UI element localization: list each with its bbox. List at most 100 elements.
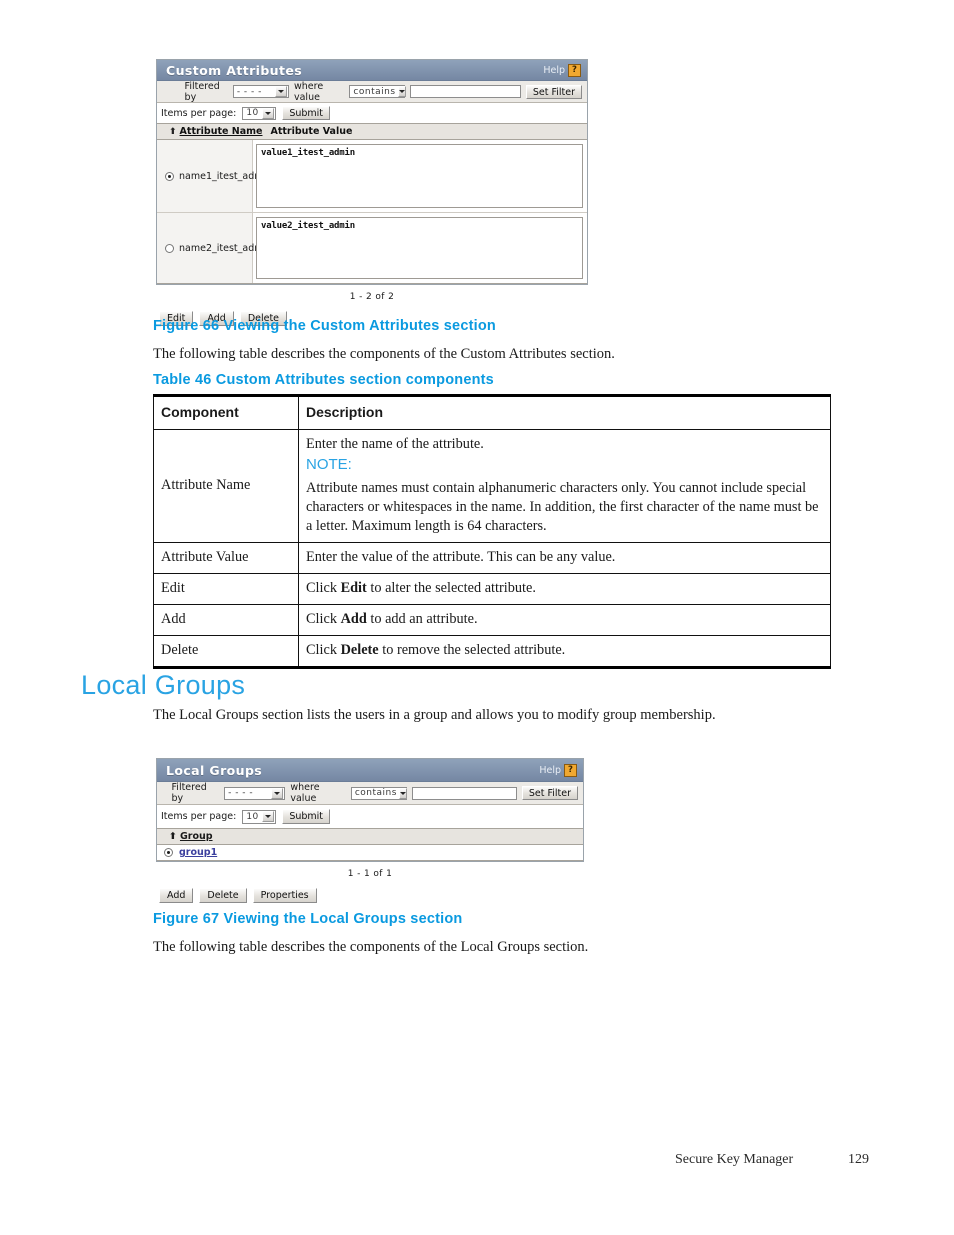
local-groups-intro-text: The Local Groups section lists the users… — [153, 707, 716, 723]
figure-67-caption: Figure 67 Viewing the Local Groups secti… — [153, 911, 463, 927]
description-post: to add an attribute. — [366, 610, 478, 627]
custom-attributes-panel: Custom Attributes Help ? Filtered by - -… — [156, 59, 588, 285]
items-per-page-select[interactable]: 10 — [242, 106, 277, 120]
row-name-cell: name1_itest_admin — [157, 140, 272, 212]
filter-bar: Filtered by - - - - where value contains… — [157, 81, 587, 103]
figure-66-intro-text: The following table describes the compon… — [153, 346, 615, 362]
attribute-value-text[interactable]: value1_itest_admin — [256, 144, 583, 208]
help-question-icon[interactable]: ? — [564, 763, 577, 777]
sort-ascending-icon[interactable]: ⬆ — [169, 831, 177, 842]
where-value-label: where value — [293, 80, 324, 103]
table-46-header-description: Description — [298, 394, 831, 430]
row-radio-button[interactable] — [165, 243, 174, 253]
table-46-component-edit: Edit — [153, 572, 299, 605]
custom-attributes-table: ⬆ Attribute Name Attribute Value name1_i… — [157, 123, 587, 284]
add-button[interactable]: Add — [159, 888, 194, 903]
footer-document-title: Secure Key Manager — [675, 1152, 794, 1167]
set-filter-button[interactable]: Set Filter — [525, 84, 582, 99]
help-question-icon[interactable]: ? — [568, 63, 581, 77]
description-bold: Add — [340, 610, 367, 627]
where-value-label: where value — [290, 782, 320, 804]
table-row: Delete Click Delete to remove the select… — [153, 634, 831, 669]
local-groups-table: ⬆ Group group1 — [157, 828, 583, 861]
table-46-description-attribute-value: Enter the value of the attribute. This c… — [298, 541, 831, 574]
row-radio-button[interactable] — [165, 171, 174, 181]
filter-bar: Filtered by - - - - where value contains… — [157, 782, 583, 805]
description-pre: Click — [306, 641, 341, 658]
description-post: to remove the selected attribute. — [378, 641, 566, 658]
table-row: Attribute Value Enter the value of the a… — [153, 541, 831, 574]
items-per-page-row: Items per page: 10 Submit — [157, 805, 583, 828]
custom-attributes-titlebar: Custom Attributes Help ? — [157, 60, 587, 81]
description-post: to alter the selected attribute. — [366, 579, 536, 596]
items-per-page-select[interactable]: 10 — [242, 809, 277, 824]
group-name-link[interactable]: group1 — [179, 847, 217, 858]
table-pager: 1 - 1 of 1 — [347, 869, 393, 879]
chevron-down-icon — [397, 86, 406, 97]
description-pre: Enter the value of the attribute. This c… — [306, 548, 616, 565]
filter-text-input[interactable] — [410, 85, 521, 98]
table-46-description-delete: Click Delete to remove the selected attr… — [298, 634, 831, 669]
column-header-attribute-name[interactable]: Attribute Name — [180, 126, 263, 137]
row-name-cell: name2_itest_admin — [157, 213, 272, 283]
delete-button[interactable]: Delete — [199, 888, 247, 903]
table-row[interactable]: name2_itest_admin value2_itest_admin — [157, 213, 587, 283]
filter-text-input[interactable] — [411, 786, 517, 800]
table-46-component-attribute-name: Attribute Name — [153, 428, 299, 543]
help-link[interactable]: Help ? — [543, 63, 581, 77]
properties-button[interactable]: Properties — [252, 888, 317, 903]
table-pager: 1 - 2 of 2 — [349, 292, 395, 302]
table-header-row: ⬆ Attribute Name Attribute Value — [157, 124, 587, 140]
chevron-down-icon — [398, 787, 407, 799]
submit-button[interactable]: Submit — [282, 106, 331, 120]
table-46-component-attribute-value: Attribute Value — [153, 541, 299, 574]
table-row: Edit Click Edit to alter the selected at… — [153, 572, 831, 605]
table-row: Attribute Name Enter the name of the att… — [153, 428, 831, 543]
table-46-header-component: Component — [153, 394, 299, 430]
attribute-value-text[interactable]: value2_itest_admin — [256, 217, 583, 279]
note-label: NOTE: — [306, 455, 352, 473]
table-row: Add Click Add to add an attribute. — [153, 603, 831, 636]
local-groups-actions: Add Delete Properties — [156, 879, 584, 903]
table-row[interactable]: group1 — [157, 845, 583, 861]
items-per-page-row: Items per page: 10 Submit — [157, 103, 587, 123]
submit-button[interactable]: Submit — [282, 809, 331, 824]
items-per-page-value: 10 — [246, 108, 259, 118]
set-filter-button[interactable]: Set Filter — [521, 786, 578, 800]
filtered-by-label: Filtered by — [184, 80, 220, 103]
table-46: Component Description Attribute Name Ent… — [153, 394, 831, 669]
row-radio-button[interactable] — [164, 848, 173, 857]
description-line-1: Enter the name of the attribute. — [306, 435, 484, 452]
description-pre: Click — [306, 579, 341, 596]
description-pre: Click — [306, 610, 341, 627]
chevron-down-icon — [274, 86, 287, 97]
filtered-by-select[interactable]: - - - - — [232, 85, 289, 98]
help-link[interactable]: Help ? — [539, 763, 577, 777]
table-header-row: ⬆ Group — [157, 828, 583, 845]
items-per-page-label: Items per page: — [161, 811, 237, 822]
items-per-page-value: 10 — [246, 811, 259, 822]
row-value-cell: value2_itest_admin — [253, 213, 587, 283]
operator-select[interactable]: contains — [349, 85, 406, 98]
column-header-group[interactable]: Group — [180, 831, 213, 842]
help-label: Help — [543, 64, 565, 76]
sort-ascending-icon[interactable]: ⬆ — [169, 127, 177, 137]
local-groups-panel: Local Groups Help ? Filtered by - - - - … — [156, 758, 584, 862]
chevron-down-icon — [262, 811, 275, 822]
table-46-description-add: Click Add to add an attribute. — [298, 603, 831, 636]
table-46-caption: Table 46 Custom Attributes section compo… — [153, 372, 494, 388]
table-46-component-add: Add — [153, 603, 299, 636]
table-row[interactable]: name1_itest_admin value1_itest_admin — [157, 140, 587, 213]
operator-value: contains — [354, 788, 397, 798]
panel-title: Custom Attributes — [166, 62, 303, 78]
operator-select[interactable]: contains — [350, 786, 407, 800]
items-per-page-label: Items per page: — [161, 107, 237, 119]
filtered-by-value: - - - - — [228, 788, 254, 798]
chevron-down-icon — [271, 787, 284, 799]
column-header-attribute-value[interactable]: Attribute Value — [270, 126, 352, 137]
footer-page-number: 129 — [848, 1152, 869, 1167]
local-groups-titlebar: Local Groups Help ? — [157, 759, 583, 782]
figure-66-caption: Figure 66 Viewing the Custom Attributes … — [153, 318, 496, 334]
filtered-by-select[interactable]: - - - - — [224, 786, 286, 800]
table-46-header-row: Component Description — [153, 394, 831, 430]
